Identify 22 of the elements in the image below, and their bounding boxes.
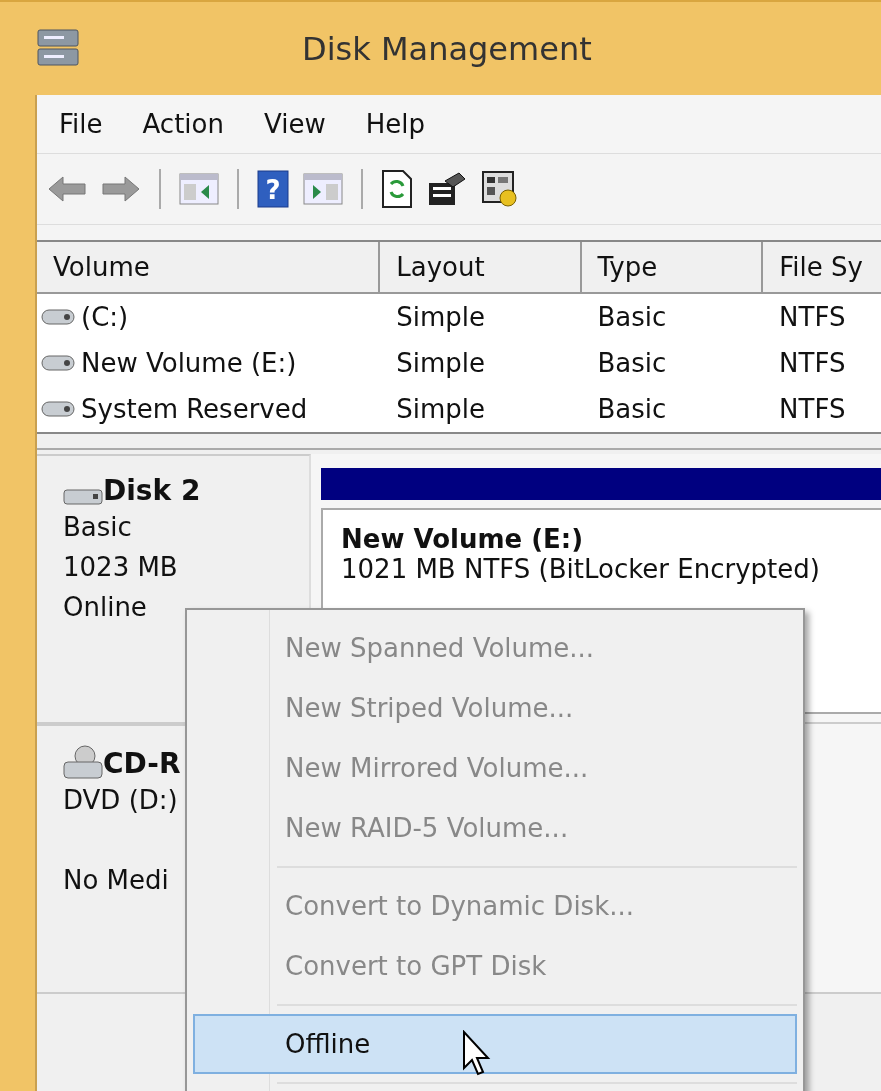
disk-name: Disk 2 [103, 474, 201, 507]
table-cell: New Volume (E:) [81, 348, 297, 378]
window-title: Disk Management [302, 29, 592, 68]
table-cell: System Reserved [81, 394, 308, 424]
disk-info: Online [63, 591, 148, 624]
disk-status: No Medi [63, 864, 170, 897]
disk-name: CD-R [103, 747, 181, 780]
partition-name: New Volume (E:) [341, 524, 585, 554]
partition-detail: 1021 MB NTFS (BitLocker Encrypted) [341, 554, 821, 584]
table-cell-text: NTFS [778, 302, 847, 332]
table-cell-text: Basic [596, 394, 668, 424]
table-cell-text: Basic [596, 302, 668, 332]
table-cell-text: NTFS [778, 348, 847, 378]
disk-info: Basic [63, 511, 133, 544]
table-cell-text: Simple [395, 394, 486, 424]
table-cell-text: Basic [596, 348, 668, 378]
table-cell: (C:) [81, 302, 129, 332]
disk-info: 1023 MB [63, 551, 179, 584]
disk-info: DVD (D:) [63, 784, 179, 817]
table-cell-text: NTFS [778, 394, 847, 424]
table-cell-text: Simple [395, 302, 486, 332]
table-cell-text: Simple [395, 348, 486, 378]
